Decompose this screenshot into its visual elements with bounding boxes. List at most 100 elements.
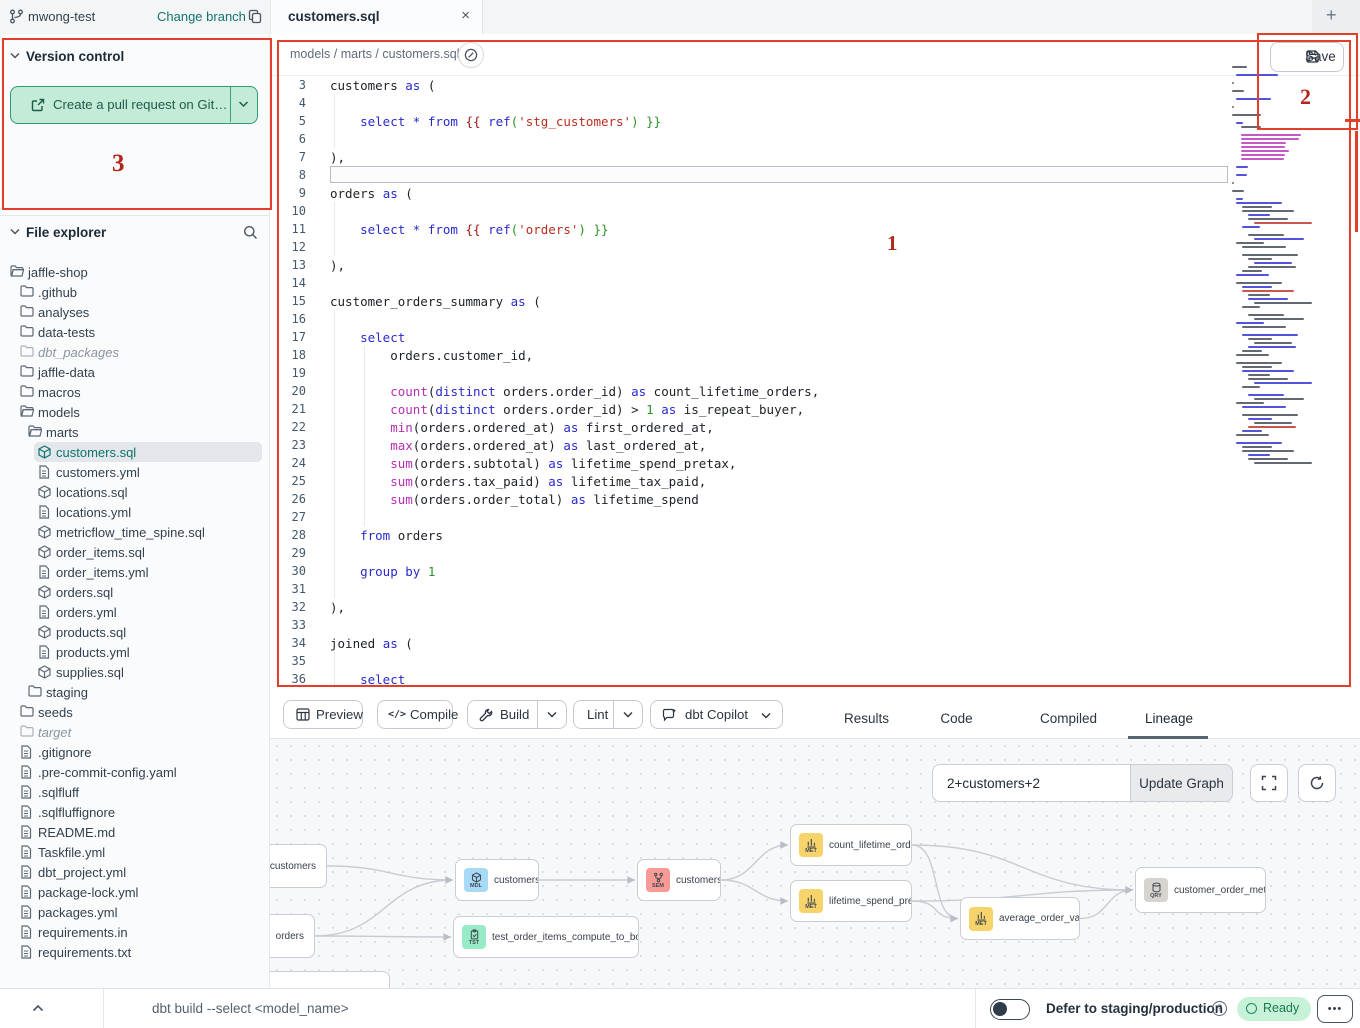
plus-icon[interactable]: +: [1326, 5, 1337, 26]
refresh-button[interactable]: [1298, 764, 1336, 802]
tab-compiled-code[interactable]: Compiled code: [1025, 698, 1112, 739]
code-line-3[interactable]: 3customers as (: [270, 76, 1360, 94]
tree-item-.pre-commit-config.yaml[interactable]: .pre-commit-config.yaml: [0, 762, 270, 782]
tree-item-packages.yml[interactable]: packages.yml: [0, 902, 270, 922]
lineage-node-customers_sem[interactable]: SEMcustomers: [637, 859, 721, 901]
tree-item-locations.yml[interactable]: locations.yml: [0, 502, 270, 522]
code-line-19[interactable]: 19: [270, 364, 1360, 382]
code-line-23[interactable]: 23 max(orders.ordered_at) as last_ordere…: [270, 436, 1360, 454]
tree-item-metricflow_time_spine.sql[interactable]: metricflow_time_spine.sql: [0, 522, 270, 542]
lineage-node-lifetime_spend_pretax[interactable]: METlifetime_spend_pretax: [790, 880, 912, 922]
tree-item-products.yml[interactable]: products.yml: [0, 642, 270, 662]
lineage-node-orders[interactable]: orders: [270, 914, 315, 958]
tree-item-order_items.sql[interactable]: order_items.sql: [0, 542, 270, 562]
tree-item-dbt_packages[interactable]: dbt_packages: [0, 342, 270, 362]
code-line-22[interactable]: 22 min(orders.ordered_at) as first_order…: [270, 418, 1360, 436]
tree-item-marts[interactable]: marts: [0, 422, 270, 442]
update-graph-button[interactable]: Update Graph: [1130, 764, 1233, 802]
code-line-33[interactable]: 33: [270, 616, 1360, 634]
tree-item-analyses[interactable]: analyses: [0, 302, 270, 322]
tree-item-orders.sql[interactable]: orders.sql: [0, 582, 270, 602]
lineage-node-count_lifetime_orders[interactable]: METcount_lifetime_orders: [790, 824, 912, 866]
tree-item-staging[interactable]: staging: [0, 682, 270, 702]
code-line-15[interactable]: 15customer_orders_summary as (: [270, 292, 1360, 310]
lineage-node-partial_node[interactable]: [270, 971, 390, 988]
code-line-6[interactable]: 6: [270, 130, 1360, 148]
tree-item-customers.sql[interactable]: customers.sql: [0, 442, 270, 462]
pr-dropdown-toggle[interactable]: [230, 87, 257, 122]
lineage-node-customers_mdl[interactable]: MDLcustomers: [455, 859, 539, 901]
tree-item-orders.yml[interactable]: orders.yml: [0, 602, 270, 622]
tree-item-README.md[interactable]: README.md: [0, 822, 270, 842]
tab-code-quality[interactable]: Code quality: [920, 698, 993, 739]
tab-close-icon[interactable]: ×: [461, 7, 470, 24]
collapse-chevron-icon[interactable]: [32, 1004, 44, 1012]
code-line-35[interactable]: 35: [270, 652, 1360, 670]
code-line-18[interactable]: 18 orders.customer_id,: [270, 346, 1360, 364]
code-line-20[interactable]: 20 count(distinct orders.order_id) as co…: [270, 382, 1360, 400]
code-line-8[interactable]: 8: [270, 166, 1360, 184]
tab-lineage[interactable]: Lineage: [1145, 698, 1191, 739]
lineage-node-average_order_value[interactable]: METaverage_order_value: [960, 897, 1080, 940]
code-line-31[interactable]: 31: [270, 580, 1360, 598]
tree-item-models[interactable]: models: [0, 402, 270, 422]
command-input[interactable]: dbt build --select <model_name>: [152, 989, 349, 1028]
code-line-28[interactable]: 28 from orders: [270, 526, 1360, 544]
code-line-9[interactable]: 9orders as (: [270, 184, 1360, 202]
code-line-14[interactable]: 14: [270, 274, 1360, 292]
lineage-node-test_order_items[interactable]: TSTtest_order_items_compute_to_bools…: [453, 916, 639, 958]
version-control-header[interactable]: Version control: [0, 49, 270, 67]
docs-icon-button[interactable]: [458, 42, 484, 68]
tree-item-customers.yml[interactable]: customers.yml: [0, 462, 270, 482]
tree-item-locations.sql[interactable]: locations.sql: [0, 482, 270, 502]
tree-item-products.sql[interactable]: products.sql: [0, 622, 270, 642]
tree-item-.sqlfluff[interactable]: .sqlfluff: [0, 782, 270, 802]
tree-item-requirements.in[interactable]: requirements.in: [0, 922, 270, 942]
tree-item-.github[interactable]: .github: [0, 282, 270, 302]
code-line-36[interactable]: 36 select: [270, 670, 1360, 688]
code-editor[interactable]: 3customers as (45 select * from {{ ref('…: [270, 76, 1360, 698]
tree-item-order_items.yml[interactable]: order_items.yml: [0, 562, 270, 582]
preview-button[interactable]: Preview: [283, 700, 363, 729]
code-line-13[interactable]: 13),: [270, 256, 1360, 274]
code-line-30[interactable]: 30 group by 1: [270, 562, 1360, 580]
more-button[interactable]: •••: [1317, 995, 1353, 1023]
tree-item-macros[interactable]: macros: [0, 382, 270, 402]
ready-badge[interactable]: Ready: [1237, 997, 1311, 1021]
code-line-21[interactable]: 21 count(distinct orders.order_id) > 1 a…: [270, 400, 1360, 418]
compile-button[interactable]: </> Compile: [377, 700, 453, 729]
tree-item-dbt_project.yml[interactable]: dbt_project.yml: [0, 862, 270, 882]
fullscreen-button[interactable]: [1250, 764, 1288, 802]
code-line-16[interactable]: 16: [270, 310, 1360, 328]
code-line-11[interactable]: 11 select * from {{ ref('orders') }}: [270, 220, 1360, 238]
tree-item-.sqlfluffignore[interactable]: .sqlfluffignore: [0, 802, 270, 822]
tree-item-supplies.sql[interactable]: supplies.sql: [0, 662, 270, 682]
code-line-29[interactable]: 29: [270, 544, 1360, 562]
code-line-24[interactable]: 24 sum(orders.subtotal) as lifetime_spen…: [270, 454, 1360, 472]
build-button[interactable]: Build: [467, 700, 567, 729]
dbt-copilot-button[interactable]: dbt Copilot: [650, 700, 783, 729]
chevron-down-icon[interactable]: [10, 228, 20, 235]
tree-item-target[interactable]: target: [0, 722, 270, 742]
code-line-26[interactable]: 26 sum(orders.order_total) as lifetime_s…: [270, 490, 1360, 508]
tree-item-requirements.txt[interactable]: requirements.txt: [0, 942, 270, 962]
copy-icon[interactable]: [248, 9, 262, 24]
tree-item-Taskfile.yml[interactable]: Taskfile.yml: [0, 842, 270, 862]
tree-item-seeds[interactable]: seeds: [0, 702, 270, 722]
lineage-filter-input[interactable]: 2+customers+2: [932, 764, 1130, 802]
change-branch-link[interactable]: Change branch: [157, 9, 246, 24]
lineage-node-stg_customers[interactable]: stg_customers: [270, 844, 327, 888]
tree-item-package-lock.yml[interactable]: package-lock.yml: [0, 882, 270, 902]
code-line-5[interactable]: 5 select * from {{ ref('stg_customers') …: [270, 112, 1360, 130]
code-line-17[interactable]: 17 select: [270, 328, 1360, 346]
code-line-4[interactable]: 4: [270, 94, 1360, 112]
tree-item-.gitignore[interactable]: .gitignore: [0, 742, 270, 762]
tab-results[interactable]: Results: [840, 698, 893, 739]
help-icon[interactable]: ?: [1212, 1001, 1227, 1016]
lineage-node-customer_order_metrics[interactable]: QRYcustomer_order_metrics: [1135, 867, 1266, 913]
code-line-12[interactable]: 12: [270, 238, 1360, 256]
code-line-32[interactable]: 32),: [270, 598, 1360, 616]
code-line-34[interactable]: 34joined as (: [270, 634, 1360, 652]
search-icon[interactable]: [243, 225, 258, 240]
lint-button[interactable]: Lint: [573, 700, 643, 729]
